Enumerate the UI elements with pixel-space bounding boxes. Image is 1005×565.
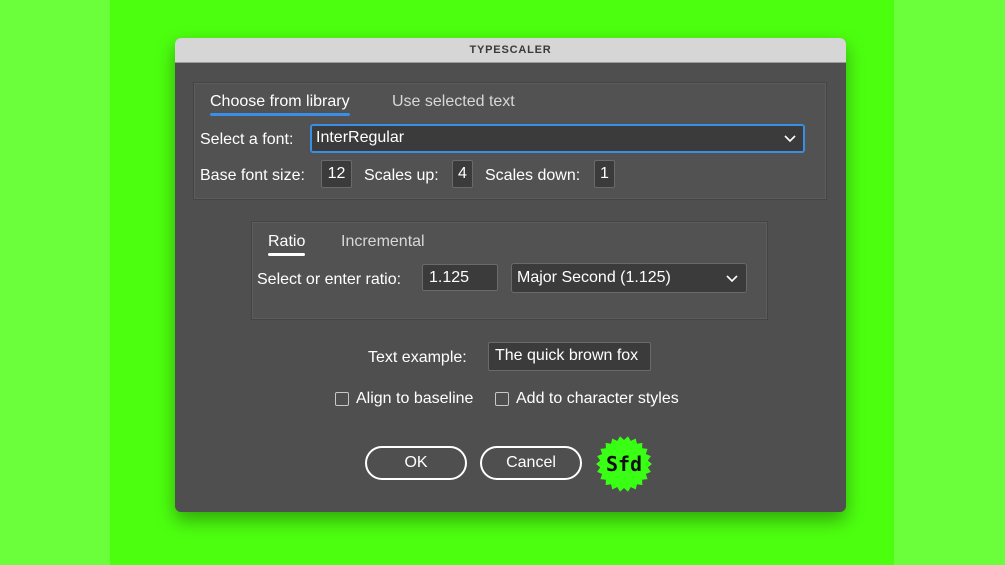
tab-incremental[interactable]: Incremental — [341, 233, 425, 251]
select-font-label: Select a font: — [200, 131, 294, 148]
ratio-preset-select[interactable]: Major Second (1.125) — [511, 263, 747, 293]
align-baseline-checkbox[interactable] — [335, 392, 349, 406]
add-char-styles-checkbox[interactable] — [495, 392, 509, 406]
text-example-field[interactable]: The quick brown fox — [488, 342, 651, 371]
base-font-size-label: Base font size: — [200, 167, 305, 184]
font-select-value: InterRegular — [316, 129, 405, 146]
text-example-label: Text example: — [368, 349, 467, 366]
ratio-panel: Ratio Incremental Select or enter ratio:… — [251, 221, 768, 320]
tab-use-selected-text[interactable]: Use selected text — [392, 93, 515, 111]
chevron-down-icon — [726, 275, 738, 283]
ratio-label: Select or enter ratio: — [257, 271, 402, 288]
scales-down-label: Scales down: — [485, 167, 581, 184]
badge-text: Sfd — [606, 452, 642, 476]
typescaler-dialog: TYPESCALER Choose from library Use selec… — [175, 38, 846, 512]
window-title: TYPESCALER — [175, 38, 846, 63]
base-font-size-field[interactable]: 12 — [321, 160, 352, 188]
ratio-value-field[interactable]: 1.125 — [422, 264, 498, 291]
cancel-button[interactable]: Cancel — [480, 446, 582, 480]
align-baseline-option[interactable]: Align to baseline — [335, 390, 473, 408]
tab-choose-from-library[interactable]: Choose from library — [210, 93, 350, 116]
font-select[interactable]: InterRegular — [310, 124, 805, 153]
chevron-down-icon — [784, 135, 796, 143]
align-baseline-label: Align to baseline — [356, 390, 474, 407]
ratio-preset-value: Major Second (1.125) — [517, 269, 671, 286]
scales-down-field[interactable]: 1 — [594, 160, 615, 188]
font-panel: Choose from library Use selected text Se… — [193, 82, 827, 200]
scales-up-label: Scales up: — [364, 167, 439, 184]
starburst-logo-icon: Sfd — [596, 436, 652, 492]
add-char-styles-option[interactable]: Add to character styles — [495, 390, 679, 408]
scales-up-field[interactable]: 4 — [452, 160, 473, 188]
add-char-styles-label: Add to character styles — [516, 390, 679, 407]
ok-button[interactable]: OK — [365, 446, 467, 480]
tab-ratio[interactable]: Ratio — [268, 233, 306, 256]
